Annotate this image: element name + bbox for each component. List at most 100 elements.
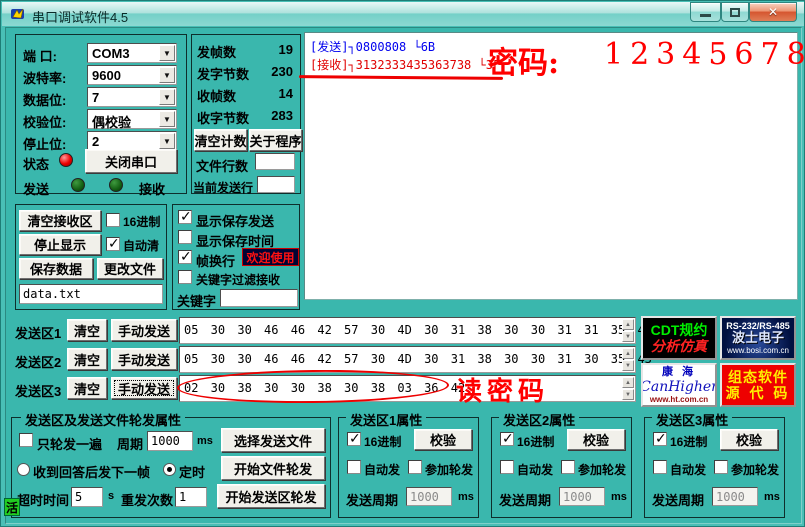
tx-frames-value: 19 [229, 42, 293, 57]
port-select[interactable]: COM3 ▼ [87, 43, 177, 63]
radio-dot-icon [167, 467, 172, 472]
send-area3-clear-button[interactable]: 清空 [67, 377, 107, 399]
save-filename-input[interactable] [19, 284, 163, 304]
start-area-cycle-button[interactable]: 开始发送区轮发 [217, 484, 325, 508]
rx-bytes-value: 283 [229, 108, 293, 123]
dropdown-arrow-icon: ▼ [163, 71, 171, 80]
show-save-tx-checkbox[interactable]: ✓ [178, 210, 192, 224]
about-button[interactable]: 关于程序 [249, 129, 302, 151]
hex-display-label: 16进制 [123, 213, 160, 230]
send-area1-data-field[interactable]: 05 30 30 46 46 42 57 30 4D 30 31 38 30 3… [179, 317, 636, 344]
period-input[interactable] [147, 431, 193, 451]
answer-mode-label: 收到回答后发下一帧 [33, 462, 150, 481]
password-annotation-value: 12345678 [604, 37, 805, 72]
area1-hex-label: 16进制 [364, 433, 401, 450]
send-area3-manual-send-button[interactable]: 手动发送 [111, 377, 177, 399]
area1-verify-button[interactable]: 校验 [414, 429, 472, 450]
send-area2-data-field[interactable]: 05 30 30 46 46 42 57 30 4D 30 31 38 30 3… [179, 346, 636, 373]
show-save-time-checkbox[interactable] [178, 230, 192, 244]
auto-clear-checkbox[interactable]: ✓ [106, 237, 120, 251]
ime-indicator-badge[interactable]: 活 [4, 498, 20, 516]
area3-auto-label: 自动发 [670, 461, 706, 478]
send-area1-clear-button[interactable]: 清空 [67, 319, 107, 341]
port-value: COM3 [92, 46, 130, 61]
check-icon: ✓ [180, 248, 192, 265]
frame-newline-checkbox[interactable]: ✓ [178, 250, 192, 264]
area3-hex-checkbox[interactable]: ✓ [653, 432, 667, 446]
stop-display-button[interactable]: 停止显示 [19, 234, 101, 255]
retry-input[interactable] [175, 487, 207, 507]
minimize-button[interactable] [690, 2, 721, 22]
hex-display-checkbox[interactable] [106, 213, 120, 227]
select-send-file-button[interactable]: 选择发送文件 [221, 428, 325, 452]
area1-hex-checkbox[interactable]: ✓ [347, 432, 361, 446]
scroll-up-icon[interactable]: ▲ [622, 348, 634, 359]
scroll-down-icon[interactable]: ▼ [622, 331, 634, 342]
answer-mode-radio[interactable] [17, 463, 30, 476]
area1-auto-checkbox[interactable] [347, 460, 361, 474]
start-file-cycle-button[interactable]: 开始文件轮发 [221, 456, 325, 480]
databits-select[interactable]: 7 ▼ [87, 87, 177, 107]
cdt-logo[interactable]: CDT规约 分析仿真 [641, 316, 717, 360]
close-port-button[interactable]: 关闭串口 [85, 149, 177, 173]
chevron-down-icon[interactable]: ▼ [159, 133, 175, 149]
send-area1-manual-send-button[interactable]: 手动发送 [111, 319, 177, 341]
tx-log-line: [发送]┐0800808 └6B [310, 38, 435, 55]
databits-value: 7 [92, 90, 99, 105]
scroll-up-icon[interactable]: ▲ [622, 319, 634, 330]
area2-hex-checkbox[interactable]: ✓ [500, 432, 514, 446]
area1-period-unit: ms [458, 491, 474, 503]
timeout-input[interactable] [71, 487, 103, 507]
parity-select[interactable]: 偶校验 ▼ [87, 109, 177, 129]
save-data-button[interactable]: 保存数据 [19, 258, 93, 279]
maximize-button[interactable] [721, 2, 749, 22]
chevron-down-icon[interactable]: ▼ [159, 45, 175, 61]
rx-log-line: [接收]┐3132333435363738 └3F [310, 56, 500, 73]
app-icon [10, 6, 26, 22]
file-lines-field[interactable] [255, 153, 295, 170]
current-send-line-field[interactable] [257, 176, 295, 193]
chevron-down-icon[interactable]: ▼ [159, 89, 175, 105]
period-unit-label: ms [197, 435, 213, 447]
area3-join-cycle-checkbox[interactable] [714, 460, 728, 474]
area2-join-cycle-checkbox[interactable] [561, 460, 575, 474]
send-area2-manual-send-button[interactable]: 手动发送 [111, 348, 177, 370]
send-area2-clear-button[interactable]: 清空 [67, 348, 107, 370]
area2-auto-checkbox[interactable] [500, 460, 514, 474]
scroll-down-icon[interactable]: ▼ [622, 360, 634, 371]
baudrate-select[interactable]: 9600 ▼ [87, 65, 177, 85]
scroll-up-icon[interactable]: ▲ [622, 377, 634, 388]
area3-verify-button[interactable]: 校验 [720, 429, 778, 450]
bosi-logo-url: www.bosi.com.cn [727, 346, 789, 355]
timer-mode-radio[interactable] [163, 463, 176, 476]
close-icon: ✕ [768, 5, 778, 19]
keyword-filter-checkbox[interactable] [178, 270, 192, 284]
cycle-once-checkbox[interactable] [19, 433, 33, 447]
canhigher-logo-url: www.ht.com.cn [650, 395, 708, 404]
cycle-send-panel-title: 发送区及发送文件轮发属性 [21, 410, 185, 429]
tx-bytes-value: 230 [229, 64, 293, 79]
keyword-label: 关键字 [177, 291, 216, 310]
keyword-input[interactable] [220, 289, 298, 307]
clear-count-button[interactable]: 清空计数 [194, 129, 247, 151]
bosi-logo[interactable]: RS-232/RS-485 波士电子 www.bosi.com.cn [720, 316, 796, 360]
parity-value: 偶校验 [92, 112, 131, 131]
canhigher-logo[interactable]: 康 海 CanHigher www.ht.com.cn [641, 363, 717, 407]
status-label: 状态 [23, 154, 49, 173]
area1-join-cycle-checkbox[interactable] [408, 460, 422, 474]
stopbits-select[interactable]: 2 ▼ [87, 131, 177, 151]
title-bar[interactable]: 串口调试软件4.5 [2, 2, 805, 26]
chevron-down-icon[interactable]: ▼ [159, 111, 175, 127]
clear-receive-button[interactable]: 清空接收区 [19, 210, 101, 231]
databits-label: 数据位: [23, 90, 66, 109]
scada-logo[interactable]: 组态软件 源 代 码 [720, 363, 796, 407]
chevron-down-icon[interactable]: ▼ [159, 67, 175, 83]
change-file-button[interactable]: 更改文件 [97, 258, 163, 279]
area3-auto-checkbox[interactable] [653, 460, 667, 474]
window-title: 串口调试软件4.5 [32, 7, 128, 26]
rx-led [109, 178, 123, 192]
area2-auto-label: 自动发 [517, 461, 553, 478]
scroll-down-icon[interactable]: ▼ [622, 389, 634, 400]
close-button[interactable]: ✕ [749, 2, 797, 22]
area2-verify-button[interactable]: 校验 [567, 429, 625, 450]
